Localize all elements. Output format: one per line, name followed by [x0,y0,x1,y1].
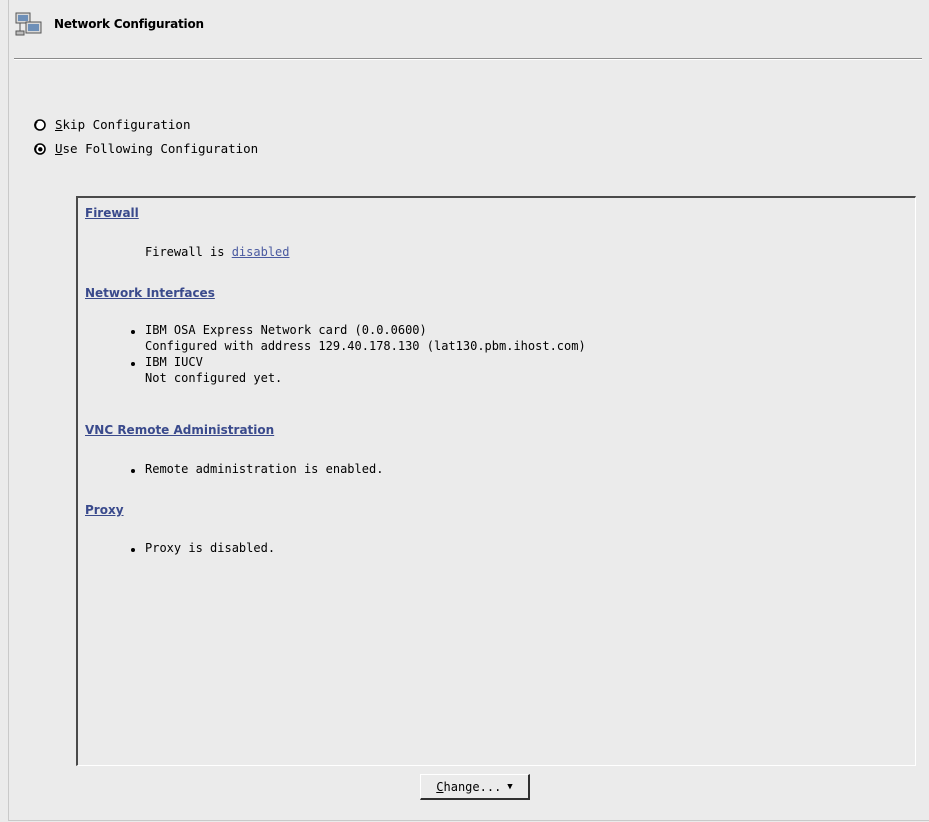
bullet-icon [131,330,135,334]
change-button-label: Change... [436,779,502,794]
use-following-configuration-label: Use Following Configuration [55,141,259,156]
interface-1-title: IBM OSA Express Network card (0.0.0600) [145,323,427,337]
skip-configuration-label: Skip Configuration [55,117,191,132]
dropdown-arrow-icon: ▼ [507,781,513,792]
bullet-icon [131,548,135,552]
skip-configuration-radio[interactable]: Skip Configuration [34,117,190,132]
use-following-configuration-radio[interactable]: Use Following Configuration [34,141,258,156]
vnc-remote-administration-heading-link[interactable]: VNC Remote Administration [85,423,274,437]
vnc-status-text: Remote administration is enabled. [145,462,384,476]
radio-checked-icon[interactable] [34,142,46,155]
header-separator [14,58,922,60]
interface-1-detail: Configured with address 129.40.178.130 (… [145,339,586,353]
interface-2-detail: Not configured yet. [145,371,283,385]
interface-2-title: IBM IUCV [145,355,203,369]
firewall-status-text: Firewall is disabled [145,245,290,259]
firewall-status-prefix: Firewall is [145,245,232,259]
bullet-icon [131,469,135,473]
configuration-summary-panel[interactable]: Firewall Firewall is disabled Network In… [76,196,916,766]
page-header: Network Configuration [14,10,204,38]
radio-unchecked-icon[interactable] [34,118,46,131]
network-interfaces-heading-link[interactable]: Network Interfaces [85,286,215,300]
network-config-icon [14,10,44,38]
page-title: Network Configuration [54,17,204,31]
firewall-disabled-link[interactable]: disabled [232,245,290,259]
proxy-heading-link[interactable]: Proxy [85,503,124,517]
firewall-heading-link[interactable]: Firewall [85,206,139,220]
change-button[interactable]: Change... ▼ [420,774,530,800]
proxy-status-text: Proxy is disabled. [145,541,276,555]
bullet-icon [131,362,135,366]
